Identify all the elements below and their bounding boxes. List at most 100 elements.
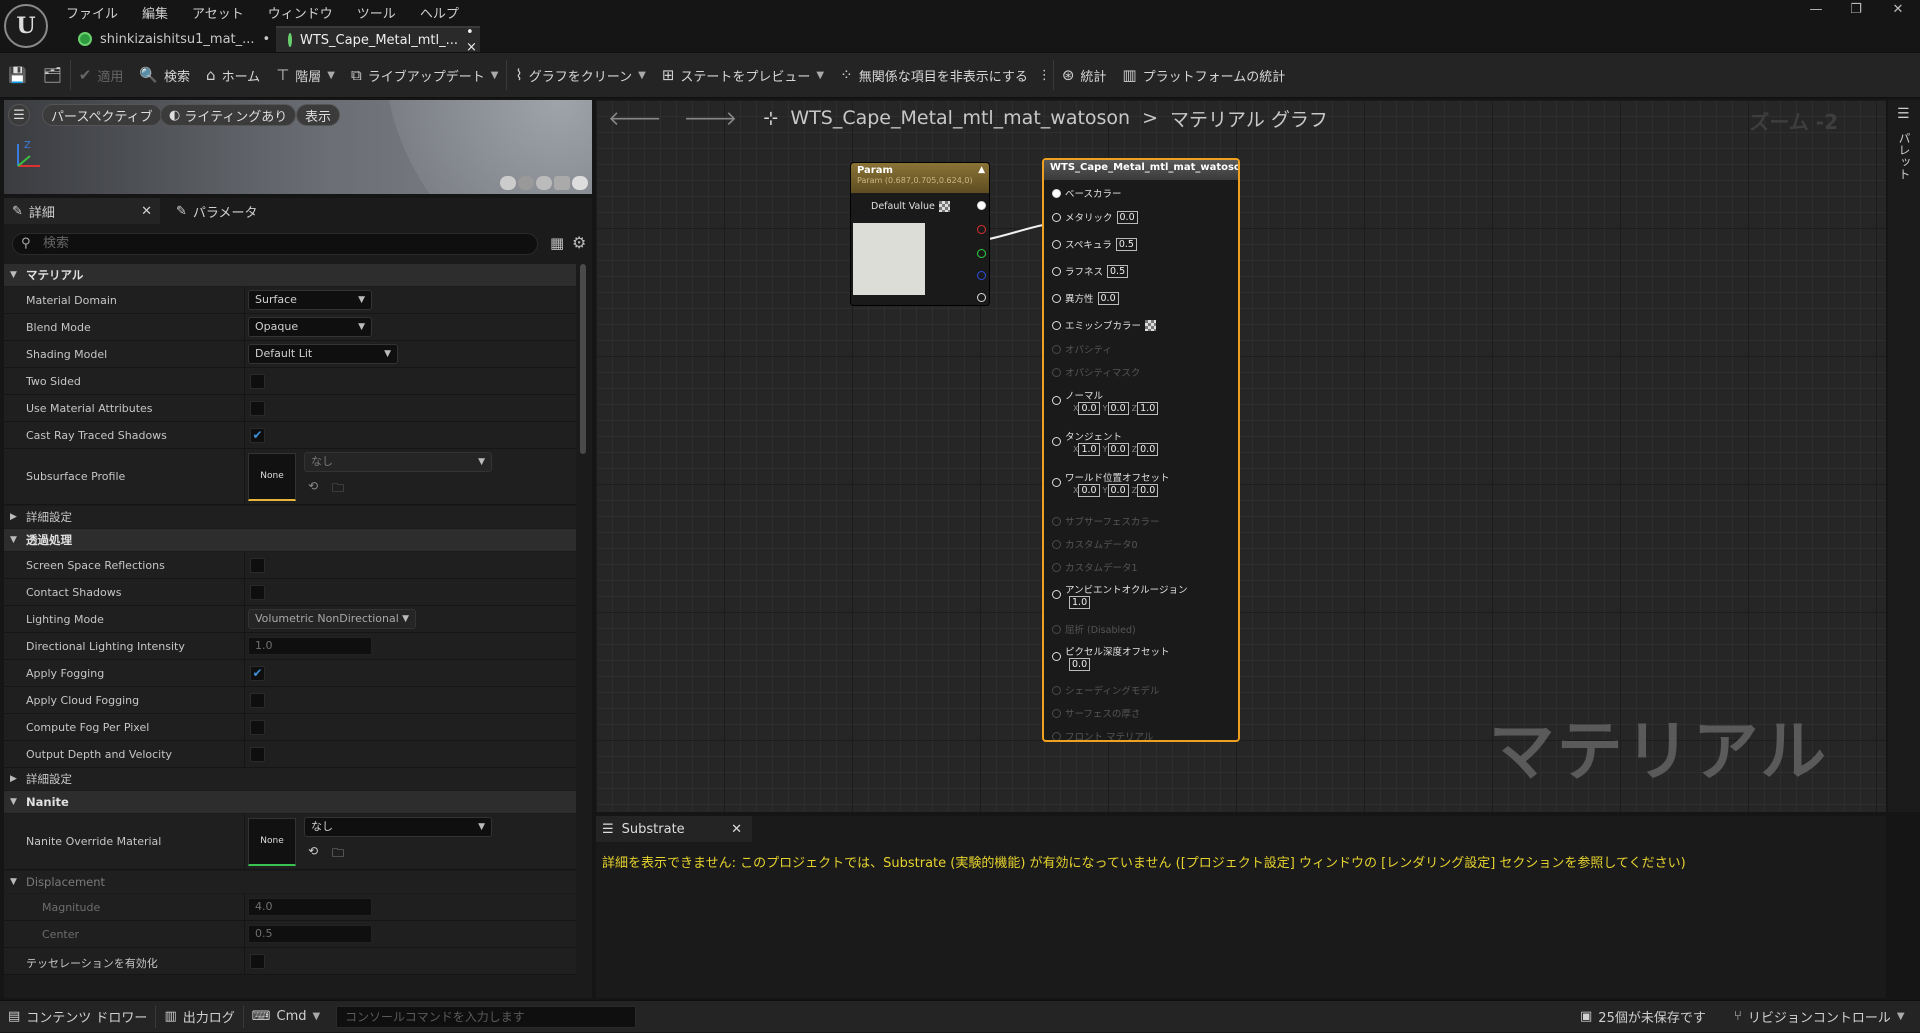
custom-mesh-icon[interactable] [572, 176, 588, 190]
tessellation-checkbox[interactable] [250, 954, 265, 969]
close-window-icon[interactable]: ✕ [1878, 2, 1918, 22]
menu-asset[interactable]: アセット [192, 3, 244, 22]
clean-graph-button[interactable]: ⌇ グラフをクリーン ▼ [507, 52, 653, 98]
apply-fogging-checkbox[interactable]: ✔ [250, 666, 265, 681]
material-preview-viewport[interactable]: ☰ パースペクティブ ◐ ライティングあり 表示 Z [4, 100, 592, 194]
minimize-icon[interactable]: — [1796, 2, 1836, 22]
subsurface-thumbnail[interactable]: None [248, 453, 296, 501]
tab-shinkizaishitsu[interactable]: shinkizaishitsu1_mat_... • [66, 26, 282, 52]
tab-parameters[interactable]: ✎ パラメータ [168, 198, 266, 224]
unreal-logo-icon[interactable]: U [4, 4, 48, 48]
sphere-shape-icon[interactable] [518, 176, 534, 190]
anisotropy-value[interactable]: 0.0 [1097, 291, 1119, 305]
hierarchy-button[interactable]: ⊤ 階層 ▼ [268, 52, 343, 98]
fog-per-pixel-checkbox[interactable] [250, 720, 265, 735]
pin-base-color[interactable]: ベースカラー [1052, 186, 1122, 200]
two-sided-checkbox[interactable] [250, 374, 265, 389]
home-button[interactable]: ⌂ ホーム [198, 52, 268, 98]
center-input[interactable]: 0.5 [248, 925, 372, 943]
cmd-dropdown[interactable]: ⌨ Cmd ▼ [244, 1001, 328, 1033]
normal-x[interactable]: 0.0 [1078, 402, 1100, 415]
tab-substrate[interactable]: ☰ Substrate ✕ [596, 816, 752, 842]
roughness-value[interactable]: 0.5 [1107, 264, 1129, 278]
checker-swatch-icon[interactable] [938, 201, 950, 212]
ssr-checkbox[interactable] [250, 558, 265, 573]
show-button[interactable]: 表示 [296, 104, 341, 126]
normal-y[interactable]: 0.0 [1107, 402, 1129, 415]
tangent-z[interactable]: 0.0 [1137, 443, 1159, 456]
pin-normal[interactable]: ノーマル X 0.0 Y 0.0 Z 1.0 [1052, 388, 1159, 415]
collapse-node-icon[interactable]: ▲ [978, 165, 985, 175]
normal-z[interactable]: 1.0 [1137, 402, 1159, 415]
more-options-icon[interactable]: ⋮ [1036, 52, 1053, 98]
material-domain-dropdown[interactable]: Surface ▼ [248, 290, 372, 310]
pin-tangent[interactable]: タンジェント X 1.0 Y 0.0 Z 0.0 [1052, 429, 1159, 456]
pin-anisotropy[interactable]: 異方性 0.0 [1052, 291, 1119, 305]
section-advanced-material[interactable]: ▶ 詳細設定 [4, 506, 576, 528]
material-result-node[interactable]: WTS_Cape_Metal_mtl_mat_watoson ベースカラー メタ… [1042, 158, 1240, 742]
content-drawer-button[interactable]: ▤ コンテンツ ドロワー [0, 1001, 155, 1033]
cylinder-shape-icon[interactable] [500, 176, 516, 190]
browse-asset-icon[interactable]: 🗀 [332, 844, 344, 865]
tangent-y[interactable]: 0.0 [1107, 443, 1129, 456]
apply-button[interactable]: ✔ 適用 [71, 52, 132, 98]
subsurface-asset-dropdown[interactable]: なし ▼ [304, 452, 492, 472]
use-selected-icon[interactable]: ⟲ [308, 479, 318, 493]
pin-world-position-offset[interactable]: ワールド位置オフセット X 0.0 Y 0.0 Z 0.0 [1052, 470, 1170, 497]
output-g-pin[interactable] [977, 249, 986, 258]
output-b-pin[interactable] [977, 271, 986, 280]
stats-button[interactable]: ⊛ 統計 [1054, 52, 1115, 98]
restore-icon[interactable]: ❐ [1836, 2, 1876, 22]
directional-intensity-input[interactable]: 1.0 [248, 637, 372, 655]
tab-close-marker[interactable]: • × [466, 25, 477, 55]
output-rgba-pin[interactable] [977, 201, 986, 210]
menu-window[interactable]: ウィンドウ [268, 3, 333, 22]
close-icon[interactable]: ✕ [141, 204, 152, 219]
pdo-value[interactable]: 0.0 [1069, 658, 1091, 671]
specular-value[interactable]: 0.5 [1115, 237, 1137, 251]
pin-metallic[interactable]: メタリック 0.0 [1052, 210, 1138, 224]
unsaved-assets-button[interactable]: ▣ 25個が未保存です [1572, 1001, 1714, 1033]
lighting-button[interactable]: ◐ ライティングあり [160, 104, 297, 126]
wpo-x[interactable]: 0.0 [1078, 484, 1100, 497]
param-node[interactable]: Param Param (0.687,0.705,0.624,0) ▲ Defa… [850, 162, 990, 306]
lighting-mode-dropdown[interactable]: Volumetric NonDirectional ▼ [248, 609, 416, 629]
output-log-button[interactable]: ▥ 出力ログ [156, 1001, 242, 1033]
tab-wts-cape-metal[interactable]: WTS_Cape_Metal_mtl_... • × [276, 25, 480, 55]
menu-help[interactable]: ヘルプ [420, 3, 459, 22]
contact-shadows-checkbox[interactable] [250, 585, 265, 600]
browse-asset-icon[interactable]: 🗀 [332, 479, 344, 500]
pin-roughness[interactable]: ラフネス 0.5 [1052, 264, 1129, 278]
revision-control-button[interactable]: ⑂ リビジョンコントロール ▼ [1726, 1001, 1913, 1033]
section-advanced-translucency[interactable]: ▶ 詳細設定 [4, 768, 576, 790]
output-r-pin[interactable] [977, 225, 986, 234]
tab-details[interactable]: ✎ 詳細 ✕ [4, 198, 160, 224]
section-displacement[interactable]: ▼ Displacement [4, 871, 576, 893]
plane-shape-icon[interactable] [536, 176, 552, 190]
material-graph-canvas[interactable]: 🡐 🡒 ⊹ WTS_Cape_Metal_mtl_mat_watoson > マ… [596, 100, 1886, 812]
ao-value[interactable]: 1.0 [1069, 596, 1091, 609]
palette-menu-icon[interactable]: ☰ [1897, 106, 1910, 122]
pin-pixel-depth-offset[interactable]: ピクセル深度オフセット 0.0 [1052, 644, 1170, 671]
checker-swatch-icon[interactable] [1145, 319, 1157, 331]
use-selected-icon[interactable]: ⟲ [308, 844, 318, 858]
search-button[interactable]: 🔍 検索 [131, 52, 198, 98]
gear-icon[interactable]: ⚙ [572, 233, 586, 252]
section-material[interactable]: ▼ マテリアル [4, 264, 576, 286]
browse-button[interactable]: 🗂 [35, 52, 70, 98]
metallic-value[interactable]: 0.0 [1116, 210, 1138, 224]
menu-tools[interactable]: ツール [357, 3, 396, 22]
pin-ambient-occlusion[interactable]: アンビエントオクルージョン 1.0 [1052, 582, 1187, 609]
hide-unrelated-button[interactable]: ⁘ 無関係な項目を非表示にする [832, 52, 1036, 98]
perspective-button[interactable]: パースペクティブ [42, 104, 162, 126]
shading-model-dropdown[interactable]: Default Lit ▼ [248, 344, 398, 364]
blend-mode-dropdown[interactable]: Opaque ▼ [248, 317, 372, 337]
section-nanite[interactable]: ▼ Nanite [4, 791, 576, 813]
console-command-input[interactable]: コンソールコマンドを入力します [336, 1006, 636, 1028]
preview-state-button[interactable]: ⊞ ステートをプレビュー ▼ [654, 52, 832, 98]
output-a-pin[interactable] [977, 293, 986, 302]
magnitude-input[interactable]: 4.0 [248, 898, 372, 916]
close-icon[interactable]: ✕ [731, 822, 742, 837]
menu-edit[interactable]: 編集 [142, 3, 168, 22]
details-scrollbar[interactable] [580, 264, 586, 454]
